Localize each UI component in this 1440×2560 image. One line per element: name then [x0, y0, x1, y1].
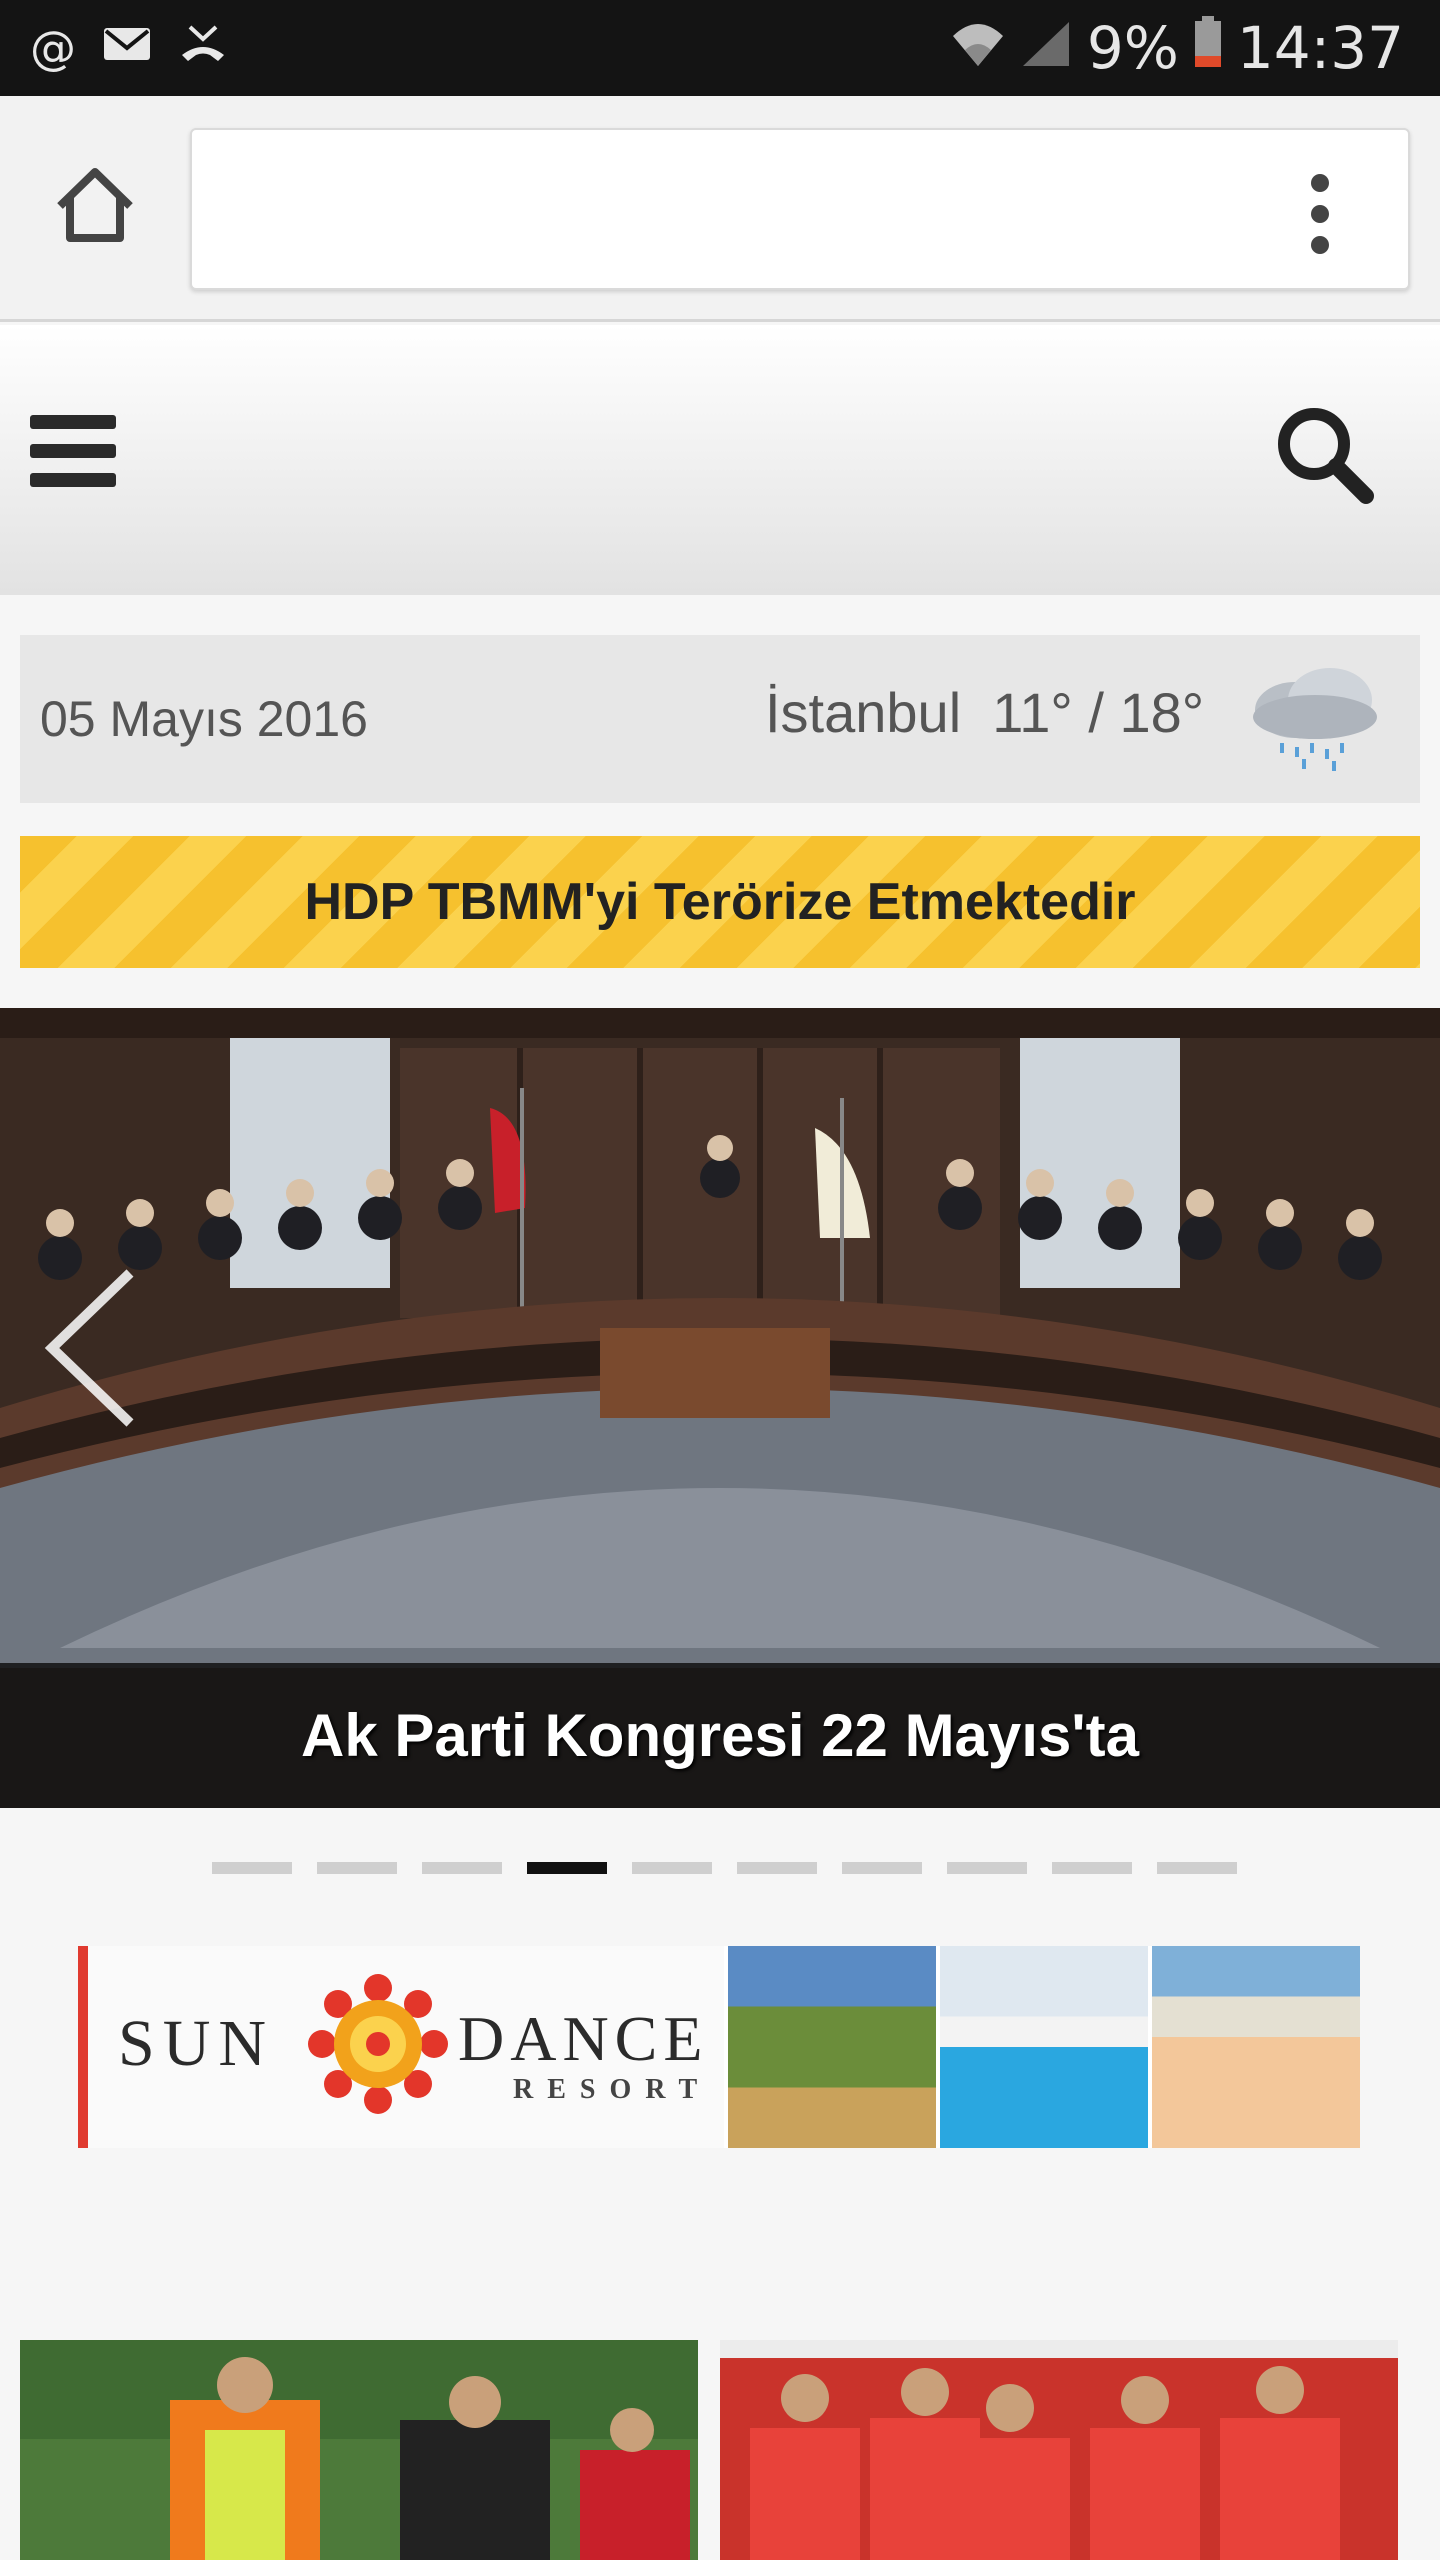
current-date: 05 Mayıs 2016 [40, 691, 368, 747]
ad-brand-word-2: DANCE [458, 2003, 709, 2074]
slider-pagination [212, 1862, 1237, 1874]
date-weather-bar: 05 Mayıs 2016 İstanbul 11° / 18° [20, 635, 1420, 803]
news-slider[interactable]: Ak Parti Kongresi 22 Mayıs'ta [0, 1008, 1440, 1808]
ad-brand-word-3: RESORT [513, 2074, 712, 2105]
slider-dot[interactable] [422, 1862, 502, 1874]
news-thumbnail[interactable] [720, 2340, 1398, 2560]
slider-dot[interactable] [842, 1862, 922, 1874]
signal-icon [1019, 14, 1073, 82]
slider-dot[interactable] [1157, 1862, 1237, 1874]
home-icon[interactable] [52, 162, 138, 248]
clock: 14:37 [1236, 14, 1404, 82]
battery-icon [1193, 14, 1223, 82]
battery-percent: 9% [1086, 14, 1179, 82]
news-thumbnails [0, 2318, 1440, 2560]
sun-logo-icon [308, 1974, 448, 2114]
slider-prev-arrow-icon[interactable] [40, 1263, 140, 1433]
hamburger-icon[interactable] [30, 415, 116, 487]
slide-caption-text: Ak Parti Kongresi 22 Mayıs'ta [301, 1702, 1139, 1769]
breaking-news-text: HDP TBMM'yi Terörize Etmektedir [304, 873, 1136, 931]
slider-dot[interactable] [947, 1862, 1027, 1874]
ad-photo-palms [728, 1946, 936, 2148]
weather-text: İstanbul 11° / 18° [765, 680, 1204, 745]
ad-photo-beach [1152, 1946, 1360, 2148]
browser-toolbar [0, 96, 1440, 322]
news-thumbnail[interactable] [20, 2340, 698, 2560]
status-bar: @ 9% 14:37 [0, 0, 1440, 96]
slider-dot[interactable] [632, 1862, 712, 1874]
ad-brand-word-1: SUN [118, 2007, 275, 2080]
search-icon[interactable] [1270, 400, 1380, 510]
slider-dot[interactable] [1052, 1862, 1132, 1874]
slider-dot[interactable] [317, 1862, 397, 1874]
notification-icons: @ [30, 21, 228, 76]
slider-dot[interactable] [737, 1862, 817, 1874]
url-bar[interactable] [190, 128, 1410, 290]
mail-icon [102, 21, 152, 76]
ad-photos [728, 1946, 1360, 2148]
missed-call-icon [178, 21, 228, 76]
breaking-news-banner[interactable]: HDP TBMM'yi Terörize Etmektedir [20, 836, 1420, 968]
kebab-menu-icon[interactable] [1300, 174, 1340, 254]
slider-dot[interactable] [212, 1862, 292, 1874]
slider-dot-active[interactable] [527, 1862, 607, 1874]
slide-caption[interactable]: Ak Parti Kongresi 22 Mayıs'ta [0, 1663, 1440, 1808]
wifi-icon [951, 14, 1005, 82]
weather-temperature: 11° / 18° [992, 681, 1205, 744]
weather-city: İstanbul [765, 681, 962, 744]
ad-photo-pool [940, 1946, 1148, 2148]
rain-cloud-icon [1240, 655, 1390, 775]
at-icon: @ [30, 20, 76, 75]
advertisement-banner[interactable]: SUN DANCE RESORT [78, 1946, 1360, 2148]
ad-logo: SUN DANCE RESORT [78, 1946, 724, 2148]
site-header [0, 325, 1440, 595]
